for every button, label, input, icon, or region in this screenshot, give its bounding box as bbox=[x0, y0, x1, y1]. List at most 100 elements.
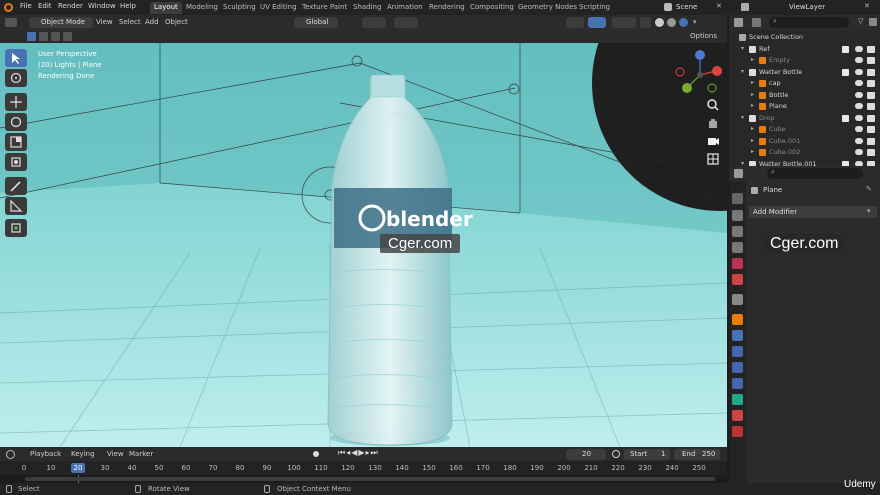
tool-select-box[interactable] bbox=[5, 49, 27, 67]
vp-menu-object[interactable]: Object bbox=[165, 18, 188, 26]
menu-help[interactable]: Help bbox=[120, 2, 136, 10]
timeline-editor-icon[interactable] bbox=[6, 450, 15, 459]
snap-icon[interactable] bbox=[362, 17, 386, 28]
expand-arrow-icon[interactable]: ▾ bbox=[741, 45, 744, 52]
scene-icon[interactable] bbox=[664, 3, 672, 11]
overlay-icon[interactable] bbox=[612, 17, 636, 28]
select-extend-icon[interactable] bbox=[39, 32, 48, 41]
tab-output-icon[interactable] bbox=[732, 226, 743, 237]
outliner-row[interactable]: ▾ Watter Bottle bbox=[729, 67, 880, 78]
timeline-ruler[interactable]: 0 10 20 30 40 50 60 70 80 90 100 110 120 130 140 150 160… bbox=[0, 461, 727, 475]
vp-menu-select[interactable]: Select bbox=[119, 18, 141, 26]
timeline-menu-playback[interactable]: Playback bbox=[30, 450, 61, 458]
new-collection-icon[interactable] bbox=[869, 18, 877, 26]
shading-solid-icon[interactable] bbox=[655, 18, 664, 27]
editor-type-icon[interactable] bbox=[5, 18, 17, 27]
visibility-eye-icon[interactable] bbox=[855, 68, 863, 75]
workspace-tab-sculpting[interactable]: Sculpting bbox=[219, 2, 260, 14]
tool-add-cube[interactable] bbox=[5, 219, 27, 237]
render-camera-icon[interactable] bbox=[867, 68, 875, 76]
select-subtract-icon[interactable] bbox=[51, 32, 60, 41]
menu-render[interactable]: Render bbox=[58, 2, 83, 10]
menu-window[interactable]: Window bbox=[88, 2, 116, 10]
workspace-tab-scripting[interactable]: Scripting bbox=[575, 2, 614, 14]
expand-arrow-icon[interactable]: ▸ bbox=[751, 125, 754, 132]
viewlayer-name[interactable]: ViewLayer bbox=[789, 3, 825, 11]
expand-arrow-icon[interactable]: ▸ bbox=[751, 148, 754, 155]
pan-hand-icon[interactable] bbox=[705, 115, 721, 131]
tab-object-icon[interactable] bbox=[732, 314, 743, 325]
visibility-eye-icon[interactable] bbox=[855, 103, 863, 109]
outliner-row[interactable]: Scene Collection bbox=[729, 32, 880, 43]
exclude-checkbox[interactable] bbox=[842, 92, 849, 99]
exclude-checkbox[interactable] bbox=[842, 80, 849, 87]
expand-arrow-icon[interactable]: ▸ bbox=[751, 91, 754, 98]
exclude-checkbox[interactable] bbox=[842, 57, 849, 64]
exclude-checkbox[interactable] bbox=[842, 45, 849, 53]
exclude-checkbox[interactable] bbox=[842, 126, 849, 133]
xray-icon[interactable] bbox=[640, 17, 651, 28]
expand-arrow-icon[interactable]: ▸ bbox=[751, 56, 754, 63]
object-name-label[interactable]: Plane bbox=[763, 186, 782, 194]
outliner-row[interactable]: ▸ Plane bbox=[729, 101, 880, 112]
workspace-tab-texture-paint[interactable]: Texture Paint bbox=[298, 2, 351, 14]
outliner-row[interactable]: ▸ Empty bbox=[729, 55, 880, 66]
visibility-eye-icon[interactable] bbox=[855, 114, 863, 121]
visibility-eye-icon[interactable] bbox=[855, 126, 863, 132]
timeline-menu-marker[interactable]: Marker bbox=[129, 450, 153, 458]
exclude-checkbox[interactable] bbox=[842, 103, 849, 110]
workspace-tab-geometry-nodes[interactable]: Geometry Nodes bbox=[514, 2, 581, 14]
workspace-tab-shading[interactable]: Shading bbox=[349, 2, 385, 14]
render-camera-icon[interactable] bbox=[867, 45, 875, 53]
start-frame-field[interactable]: Start 1 bbox=[624, 449, 670, 460]
tab-scene-icon[interactable] bbox=[732, 258, 743, 269]
tab-texture-icon[interactable] bbox=[732, 426, 743, 437]
menu-file[interactable]: File bbox=[20, 2, 32, 10]
workspace-tab-uv-editing[interactable]: UV Editing bbox=[256, 2, 301, 14]
workspace-tab-layout[interactable]: Layout bbox=[150, 2, 182, 14]
scene-name[interactable]: Scene bbox=[676, 3, 697, 11]
render-camera-icon[interactable] bbox=[867, 126, 875, 133]
tool-annotate[interactable] bbox=[5, 177, 27, 195]
expand-arrow-icon[interactable]: ▸ bbox=[751, 137, 754, 144]
tab-physics-icon[interactable] bbox=[732, 362, 743, 373]
vp-menu-add[interactable]: Add bbox=[145, 18, 159, 26]
outliner-row[interactable]: ▾ Ref bbox=[729, 44, 880, 55]
select-invert-icon[interactable] bbox=[63, 32, 72, 41]
viewlayer-icon[interactable] bbox=[741, 3, 749, 11]
tab-modifier-icon[interactable] bbox=[732, 330, 743, 341]
exclude-checkbox[interactable] bbox=[842, 138, 849, 145]
current-frame-field[interactable]: 20 bbox=[566, 449, 606, 460]
shading-options-icon[interactable]: ▾ bbox=[693, 18, 697, 26]
playback-controls[interactable]: ⏮◂◀▶▸⏭ bbox=[338, 448, 379, 458]
render-camera-icon[interactable] bbox=[867, 137, 875, 145]
workspace-tab-modeling[interactable]: Modeling bbox=[182, 2, 222, 14]
proportional-edit-icon[interactable] bbox=[394, 17, 418, 28]
workspace-tab-compositing[interactable]: Compositing bbox=[466, 2, 518, 14]
end-frame-field[interactable]: End 250 bbox=[674, 449, 720, 460]
exclude-checkbox[interactable] bbox=[842, 114, 849, 122]
expand-arrow-icon[interactable]: ▾ bbox=[741, 114, 744, 121]
outliner-filter-icon[interactable]: ▽ bbox=[858, 17, 863, 25]
outliner-row[interactable]: ▸ Bottle bbox=[729, 90, 880, 101]
timeline-track[interactable] bbox=[0, 475, 727, 483]
shading-rendered-icon[interactable] bbox=[679, 18, 688, 27]
exclude-checkbox[interactable] bbox=[842, 149, 849, 156]
options-dropdown[interactable]: Options bbox=[690, 32, 717, 40]
visibility-icon[interactable] bbox=[566, 17, 584, 28]
tab-render-icon[interactable] bbox=[732, 210, 743, 221]
orientation-dropdown[interactable]: Global bbox=[294, 17, 338, 28]
tab-material-icon[interactable] bbox=[732, 410, 743, 421]
camera-icon[interactable] bbox=[705, 133, 721, 149]
ortho-grid-icon[interactable] bbox=[705, 151, 721, 167]
tab-particles-icon[interactable] bbox=[732, 346, 743, 357]
3d-viewport[interactable]: blender User Perspective (20) Lights | P… bbox=[0, 43, 727, 447]
render-camera-icon[interactable] bbox=[867, 114, 875, 122]
timeline-menu-view[interactable]: View bbox=[107, 450, 124, 458]
tab-tool-icon[interactable] bbox=[732, 193, 743, 204]
timeline-menu-keying[interactable]: Keying bbox=[71, 450, 95, 458]
expand-arrow-icon[interactable]: ▸ bbox=[751, 102, 754, 109]
tool-move[interactable] bbox=[5, 93, 27, 111]
zoom-icon[interactable] bbox=[705, 97, 721, 113]
exclude-checkbox[interactable] bbox=[842, 68, 849, 76]
